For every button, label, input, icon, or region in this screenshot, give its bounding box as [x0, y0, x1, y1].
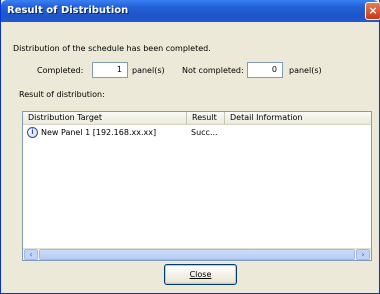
row-target: New Panel 1 [192.168.xx.xx] [41, 128, 157, 137]
scroll-right-arrow-icon[interactable]: › [356, 249, 370, 260]
completed-count-field: 1 [92, 62, 128, 78]
scroll-left-arrow-icon[interactable]: ‹ [24, 249, 38, 260]
close-window-icon[interactable]: × [365, 2, 380, 20]
completion-message: Distribution of the schedule has been co… [13, 44, 211, 53]
table-row[interactable]: i New Panel 1 [192.168.xx.xx] Succ... [23, 127, 371, 140]
horizontal-scrollbar[interactable]: ‹ › [23, 248, 371, 260]
not-completed-count: 0 [271, 65, 277, 74]
column-header-detail-information[interactable]: Detail Information [225, 112, 371, 124]
close-button-label: Close [189, 270, 212, 279]
list-header: Distribution Target Result Detail Inform… [23, 112, 371, 125]
result-dialog: Result of Distribution × Distribution of… [0, 0, 380, 294]
info-circle-icon: i [27, 127, 38, 138]
column-header-distribution-target[interactable]: Distribution Target [23, 112, 187, 124]
not-completed-count-field: 0 [247, 62, 283, 78]
completed-count: 1 [116, 65, 122, 74]
result-section-label: Result of distribution: [19, 90, 105, 99]
not-completed-label: Not completed: [182, 66, 244, 75]
scrollbar-thumb[interactable] [39, 249, 355, 260]
close-button[interactable]: Close [164, 264, 237, 285]
dialog-title: Result of Distribution [7, 5, 129, 16]
distribution-result-list[interactable]: Distribution Target Result Detail Inform… [22, 111, 372, 261]
completed-label: Completed: [37, 66, 84, 75]
completed-unit: panel(s) [132, 66, 165, 75]
column-header-result[interactable]: Result [187, 112, 225, 124]
row-result: Succ... [191, 128, 218, 137]
title-bar[interactable]: Result of Distribution × [1, 0, 380, 22]
not-completed-unit: panel(s) [289, 66, 322, 75]
row-detail [229, 127, 369, 139]
